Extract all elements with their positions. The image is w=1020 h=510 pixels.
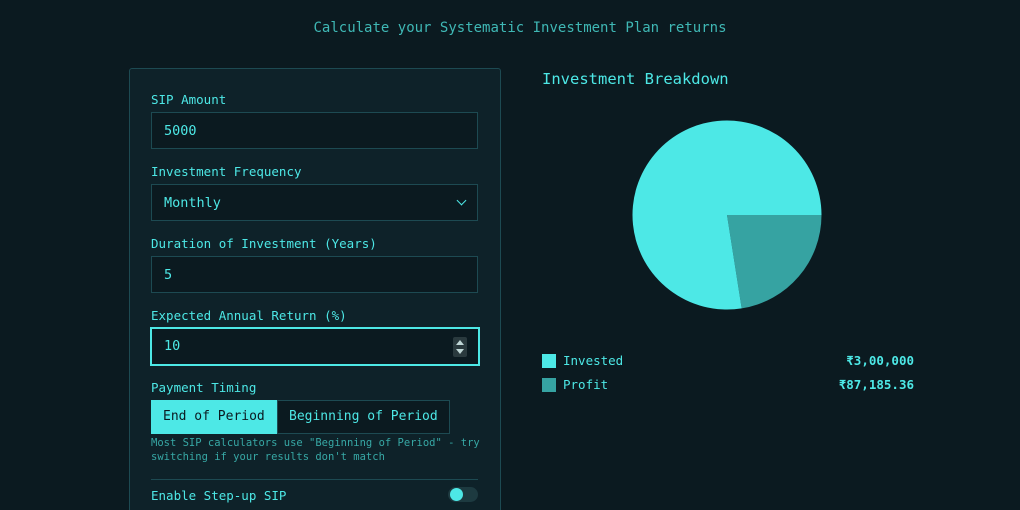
annual-return-value: 10 (164, 338, 181, 354)
frequency-select[interactable]: Monthly (151, 184, 478, 221)
legend-value: ₹87,185.36 (838, 377, 914, 392)
step-up-label: Enable Step-up SIP (151, 488, 287, 503)
invested-swatch (542, 354, 556, 368)
step-up-toggle[interactable] (448, 487, 478, 502)
number-spinner[interactable] (453, 337, 467, 357)
spinner-down-icon[interactable] (456, 349, 464, 354)
legend-label: Invested (563, 353, 624, 368)
legend-item-invested: Invested ₹3,00,000 (542, 353, 914, 369)
payment-timing-label: Payment Timing (151, 380, 257, 395)
sip-amount-label: SIP Amount (151, 92, 227, 107)
chart-title: Investment Breakdown (542, 70, 729, 88)
toggle-knob (450, 488, 463, 501)
payment-timing-hint: Most SIP calculators use "Beginning of P… (151, 437, 480, 463)
divider (151, 479, 478, 480)
frequency-label: Investment Frequency (151, 164, 302, 179)
frequency-value: Monthly (164, 195, 221, 211)
annual-return-input[interactable]: 10 (150, 327, 480, 366)
sip-form-panel: SIP Amount 5000 Investment Frequency Mon… (129, 68, 501, 510)
spinner-up-icon[interactable] (456, 340, 464, 345)
investment-pie-chart (632, 120, 822, 310)
end-of-period-button[interactable]: End of Period (151, 400, 277, 434)
legend-value: ₹3,00,000 (846, 353, 914, 368)
annual-return-label: Expected Annual Return (%) (151, 308, 347, 323)
legend-label: Profit (563, 377, 609, 392)
pie-slice-profit (727, 215, 822, 309)
duration-label: Duration of Investment (Years) (151, 236, 377, 251)
profit-swatch (542, 378, 556, 392)
beginning-of-period-button[interactable]: Beginning of Period (277, 400, 450, 434)
sip-amount-input[interactable]: 5000 (151, 112, 478, 149)
legend-item-profit: Profit ₹87,185.36 (542, 377, 914, 393)
page-subtitle: Calculate your Systematic Investment Pla… (313, 20, 727, 36)
chevron-down-icon (456, 195, 467, 206)
duration-input[interactable]: 5 (151, 256, 478, 293)
